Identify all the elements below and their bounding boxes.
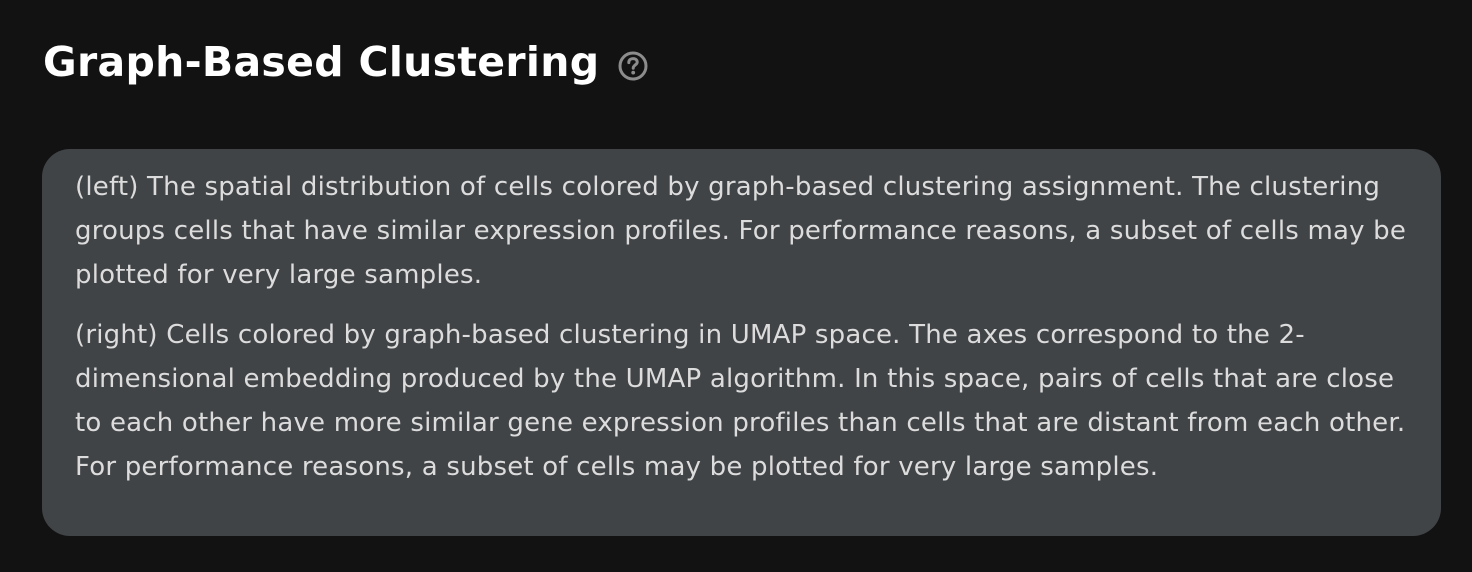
question-circle-icon-graphic: [618, 51, 648, 81]
page: Graph-Based Clustering (left) The spatia…: [0, 0, 1472, 572]
section-header: Graph-Based Clustering: [43, 34, 649, 90]
question-circle-icon[interactable]: [617, 50, 649, 82]
description-panel: (left) The spatial distribution of cells…: [42, 149, 1441, 536]
section-title: Graph-Based Clustering: [43, 38, 600, 86]
description-right: (right) Cells colored by graph-based clu…: [75, 320, 1406, 482]
description-left: (left) The spatial distribution of cells…: [75, 172, 1407, 290]
